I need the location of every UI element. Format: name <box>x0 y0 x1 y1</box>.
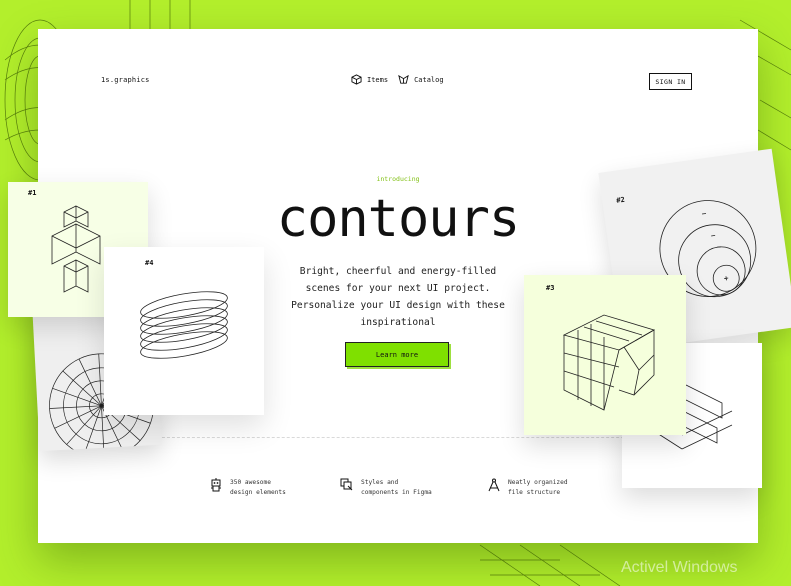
feature-label: components in Figma <box>361 489 432 496</box>
nav-menu: Items Catalog <box>351 74 444 85</box>
description-line: Personalize your UI design with these <box>291 300 505 311</box>
components-icon <box>340 478 353 491</box>
card-4[interactable]: #4 <box>104 247 264 415</box>
description-line: inspirational <box>360 317 436 328</box>
feature-label: file structure <box>508 489 561 496</box>
feature-label: design elements <box>230 489 286 496</box>
description-line: Bright, cheerful and energy-filled <box>299 266 497 277</box>
card-3[interactable]: #3 <box>524 275 686 435</box>
description-line: scenes for your next UI project. <box>305 283 491 294</box>
twisted-cube-icon <box>562 314 656 411</box>
nav-item-label: Items <box>367 75 389 84</box>
spring-coil-icon <box>140 291 228 359</box>
feature-label: 350 awesome <box>230 479 271 486</box>
compass-icon <box>488 478 500 492</box>
feature-item: Styles and components in Figma <box>340 478 432 498</box>
card-label: #2 <box>615 195 626 205</box>
card-label: #4 <box>145 259 154 267</box>
card-label: #1 <box>28 189 37 197</box>
feature-label: Neatly organized <box>508 479 568 486</box>
hero-description: Bright, cheerful and energy-filled scene… <box>270 263 526 331</box>
learn-more-button[interactable]: Learn more <box>345 342 449 367</box>
feature-label: Styles and <box>361 479 399 486</box>
nav-item-label: Catalog <box>414 75 444 84</box>
feature-item: 350 awesome design elements <box>210 478 286 498</box>
card-label: #3 <box>546 284 555 292</box>
windows-activation-watermark: Activel Windows <box>621 559 738 576</box>
robot-icon <box>211 478 221 492</box>
sign-in-button[interactable]: SIGN IN <box>649 73 692 90</box>
cube-outline-icon <box>398 74 409 84</box>
top-nav: 1s.graphics Items Catalog SIGN IN <box>38 29 758 139</box>
feature-item: Neatly organized file structure <box>488 478 568 498</box>
divider <box>132 437 694 438</box>
logo[interactable]: 1s.graphics <box>101 76 150 84</box>
nav-item-catalog[interactable]: Catalog <box>398 74 444 85</box>
cube-icon <box>351 74 362 85</box>
nav-item-items[interactable]: Items <box>351 74 388 85</box>
